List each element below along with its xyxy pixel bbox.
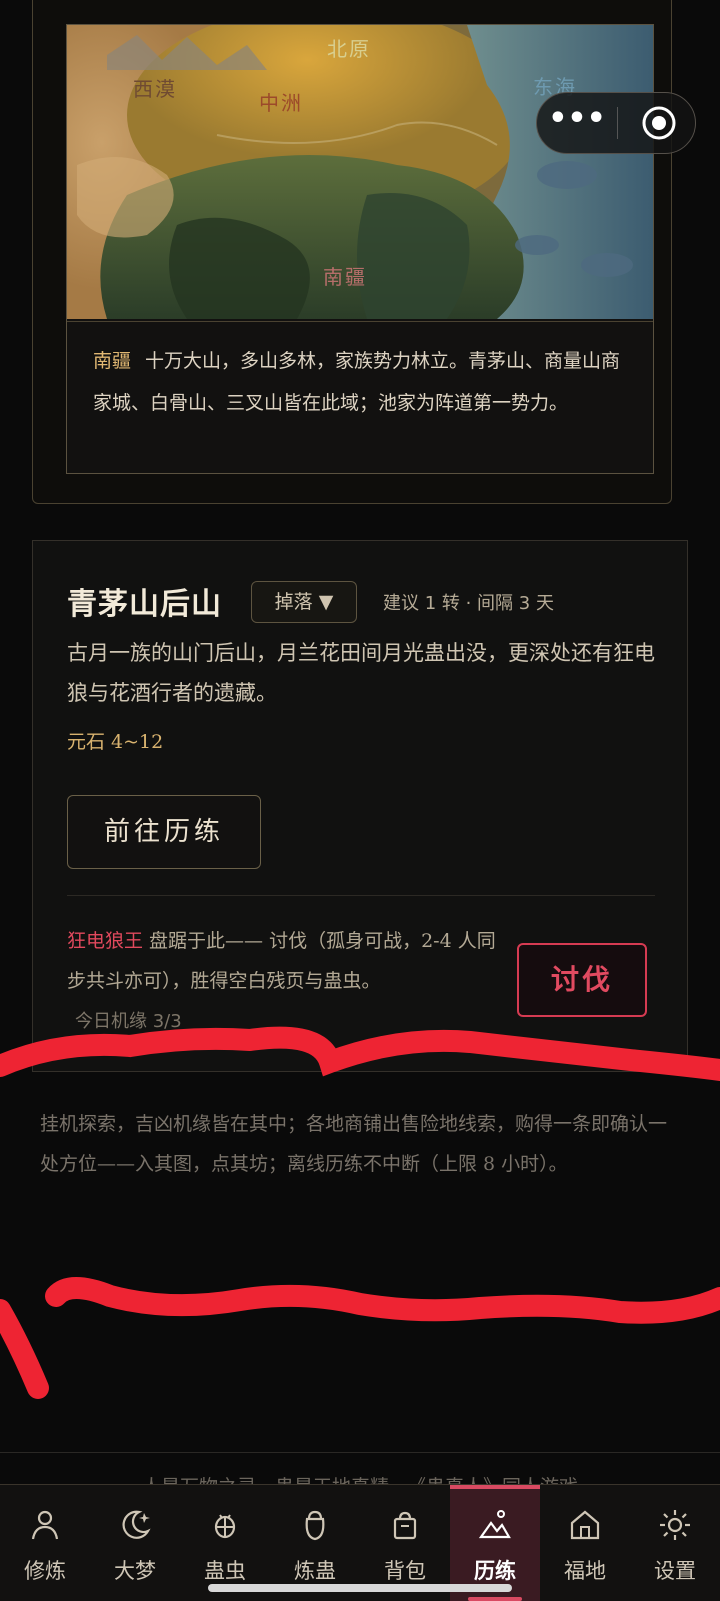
region-description: 南疆 十万大山，多山多林，家族势力林立。青茅山、商量山商家城、白骨山、三叉山皆在此… bbox=[67, 321, 653, 473]
bug-icon bbox=[214, 1514, 236, 1539]
nav-item-settings[interactable]: 设置 bbox=[630, 1485, 720, 1601]
location-title: 青茅山后山 bbox=[67, 587, 222, 622]
suggest-text: 建议 1 转 · 间隔 3 天 bbox=[383, 593, 554, 614]
home-indicator[interactable] bbox=[208, 1584, 512, 1592]
daily-chance-text: 今日机缘 3/3 bbox=[75, 1011, 182, 1032]
map-label-west: 西漠 bbox=[133, 77, 177, 101]
nav-label: 修炼 bbox=[24, 1559, 66, 1583]
map-label-north: 北原 bbox=[327, 37, 371, 61]
more-options-button[interactable]: ••• bbox=[537, 93, 617, 153]
region-desc-text: 十万大山，多山多林，家族势力林立。青茅山、商量山商家城、白骨山、三叉山皆在此域；… bbox=[93, 350, 621, 414]
nav-label: 炼蛊 bbox=[294, 1559, 336, 1583]
map-label-south: 南疆 bbox=[323, 265, 367, 289]
bag-icon bbox=[393, 1511, 417, 1540]
reward-text: 元石 4~12 bbox=[67, 731, 164, 753]
nav-label: 设置 bbox=[654, 1559, 696, 1583]
capsule-separator bbox=[617, 107, 618, 139]
nav-label: 历练 bbox=[474, 1558, 516, 1583]
region-name: 南疆 bbox=[93, 350, 132, 372]
world-map-image[interactable]: 北原 西漠 中洲 东海 南疆 bbox=[67, 25, 653, 319]
house-icon bbox=[570, 1510, 600, 1540]
location-description: 古月一族的山门后山，月兰花田间月光蛊出没，更深处还有狂电狼与花酒行者的遗藏。 bbox=[67, 641, 655, 705]
person-icon bbox=[31, 1510, 59, 1540]
fight-button[interactable]: 讨伐 bbox=[517, 943, 647, 1017]
nav-item-blessed-land[interactable]: 福地 bbox=[540, 1485, 630, 1601]
nav-label: 福地 bbox=[564, 1559, 606, 1583]
nav-item-cultivate[interactable]: 修炼 bbox=[0, 1485, 90, 1601]
gear-icon bbox=[660, 1510, 690, 1540]
moon-icon bbox=[122, 1510, 151, 1539]
map-label-center: 中洲 bbox=[259, 91, 303, 115]
go-train-button[interactable]: 前往历练 bbox=[67, 795, 261, 869]
nav-label: 大梦 bbox=[114, 1559, 156, 1583]
cauldron-icon bbox=[305, 1510, 325, 1541]
drop-dropdown-button[interactable]: 掉落 ▼ bbox=[251, 581, 357, 623]
nav-label: 蛊虫 bbox=[204, 1559, 246, 1583]
nav-label: 背包 bbox=[384, 1559, 426, 1583]
nav-item-dream[interactable]: 大梦 bbox=[90, 1485, 180, 1601]
location-card: 青茅山后山 掉落 ▼ 建议 1 转 · 间隔 3 天 古月一族的山门后山，月兰花… bbox=[32, 540, 688, 1072]
mini-program-capsule: ••• bbox=[536, 92, 696, 154]
divider bbox=[67, 895, 655, 896]
credit-divider bbox=[0, 1452, 720, 1453]
credit-text: 人是万物之灵，蛊是天地真精 · 《蛊真人》同人游戏 bbox=[0, 1468, 720, 1484]
close-target-icon[interactable] bbox=[641, 105, 677, 141]
boss-info: 狂电狼王 盘踞于此—— 讨伐（孤身可战，2-4 人同步共斗亦可），胜得空白残页与… bbox=[67, 921, 497, 1001]
footer-note: 挂机探索，吉凶机缘皆在其中；各地商铺出售险地线索，购得一条即确认一处方位——入其… bbox=[40, 1113, 668, 1175]
boss-name: 狂电狼王 bbox=[67, 930, 144, 952]
mountain-icon bbox=[478, 1510, 511, 1539]
